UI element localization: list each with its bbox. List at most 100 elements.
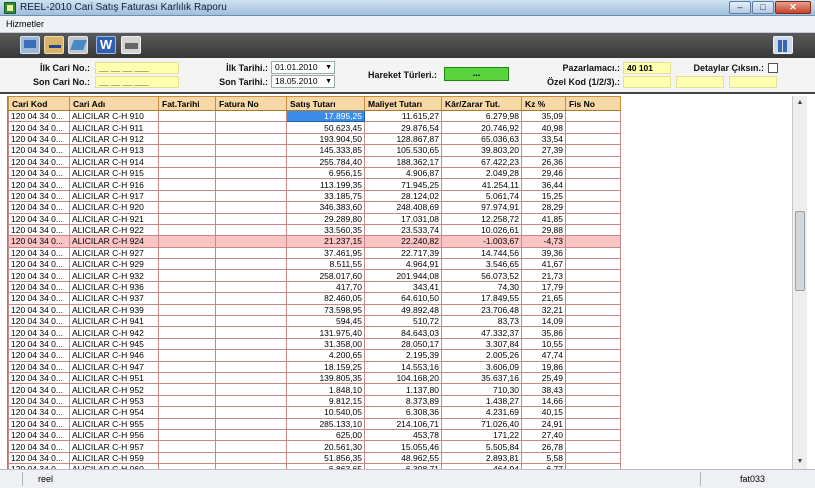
column-header[interactable]: Kâr/Zarar Tut. [441, 96, 522, 111]
table-row[interactable]: 120 04 34 0... ALICILAR C-H 946 4.200,65 2.… [8, 349, 621, 362]
table-cell[interactable] [565, 338, 621, 351]
table-cell[interactable]: 41,67 [521, 258, 566, 271]
ozel-kod-1-field[interactable] [623, 76, 671, 88]
table-cell[interactable]: 21,73 [521, 269, 566, 282]
table-cell[interactable] [215, 383, 287, 396]
table-cell[interactable]: 128.867,87 [364, 133, 442, 146]
table-cell[interactable]: 120 04 34 0... [8, 247, 70, 260]
table-row[interactable]: 120 04 34 0... ALICILAR C-H 953 9.812,15 8.… [8, 395, 621, 408]
table-cell[interactable] [215, 372, 287, 385]
table-cell[interactable]: 50.623,45 [286, 121, 365, 134]
table-cell[interactable]: 120 04 34 0... [8, 292, 70, 305]
table-cell[interactable]: 171,22 [441, 429, 522, 442]
table-cell[interactable] [158, 349, 216, 362]
table-row[interactable]: 120 04 34 0... ALICILAR C-H 922 33.560,35 2… [8, 224, 621, 237]
word-export-icon[interactable]: W [96, 36, 116, 54]
table-row[interactable]: 120 04 34 0... ALICILAR C-H 952 1.848,10 1.… [8, 383, 621, 396]
table-cell[interactable]: 22.240,82 [364, 235, 442, 248]
table-cell[interactable]: 10,55 [521, 338, 566, 351]
ozel-kod-3-field[interactable] [729, 76, 777, 88]
table-row[interactable]: 120 04 34 0... ALICILAR C-H 942 131.975,40… [8, 326, 621, 339]
table-cell[interactable] [215, 281, 287, 294]
table-cell[interactable]: 33,54 [521, 133, 566, 146]
table-cell[interactable]: 120 04 34 0... [8, 452, 70, 465]
table-cell[interactable] [215, 349, 287, 362]
maximize-button[interactable]: □ [752, 1, 774, 14]
table-cell[interactable] [565, 349, 621, 362]
table-cell[interactable]: ALICILAR C-H 922 [69, 224, 159, 237]
table-cell[interactable]: 33.185,75 [286, 190, 365, 203]
table-cell[interactable]: 20.561,30 [286, 440, 365, 453]
son-tarih-picker[interactable]: 18.05.2010 ▼ [271, 75, 335, 88]
table-row[interactable]: 120 04 34 0... ALICILAR C-H 915 6.956,15 4.… [8, 167, 621, 180]
table-cell[interactable] [158, 201, 216, 214]
table-cell[interactable]: 35,86 [521, 326, 566, 339]
table-cell[interactable]: 5.061,74 [441, 190, 522, 203]
table-cell[interactable]: 47,74 [521, 349, 566, 362]
table-cell[interactable]: 35,09 [521, 110, 566, 123]
table-row[interactable]: 120 04 34 0... ALICILAR C-H 929 8.511,55 4.… [8, 258, 621, 271]
table-row[interactable]: 120 04 34 0... ALICILAR C-H 910 17.895,25 1… [8, 109, 621, 123]
table-cell[interactable] [215, 440, 287, 453]
table-cell[interactable] [565, 429, 621, 442]
table-cell[interactable] [215, 133, 287, 146]
table-cell[interactable]: 453,78 [364, 429, 442, 442]
table-cell[interactable]: 188.362,17 [364, 156, 442, 168]
table-cell[interactable]: 120 04 34 0... [8, 224, 70, 237]
table-cell[interactable]: 2.049,28 [441, 167, 522, 180]
table-cell[interactable]: 120 04 34 0... [8, 269, 70, 282]
table-row[interactable]: 120 04 34 0... ALICILAR C-H 914 255.784,40… [8, 156, 621, 168]
report-grid[interactable]: Cari Kod Cari Adı Fat.Tarihi Fatura No Satış… [7, 96, 792, 469]
table-cell[interactable] [565, 190, 621, 203]
table-row[interactable]: 120 04 34 0... ALICILAR C-H 916 113.199,35… [8, 178, 621, 191]
table-cell[interactable]: 120 04 34 0... [8, 190, 70, 203]
table-cell[interactable] [158, 406, 216, 419]
column-header[interactable]: Cari Adı [69, 96, 159, 111]
table-cell[interactable] [215, 269, 287, 282]
vertical-scrollbar[interactable]: ▲ ▼ [792, 96, 807, 469]
table-cell[interactable]: ALICILAR C-H 916 [69, 178, 159, 191]
table-cell[interactable]: 10.026,61 [441, 224, 522, 237]
table-row[interactable]: 120 04 34 0... ALICILAR C-H 920 346.383,60… [8, 201, 621, 214]
table-cell[interactable]: ALICILAR C-H 947 [69, 361, 159, 374]
table-cell[interactable]: ALICILAR C-H 929 [69, 258, 159, 271]
table-cell[interactable]: 2.893,81 [441, 452, 522, 465]
table-cell[interactable]: 29.876,54 [364, 121, 442, 134]
table-cell[interactable]: 120 04 34 0... [8, 349, 70, 362]
table-cell[interactable]: 625,00 [286, 429, 365, 442]
table-cell[interactable]: 71.945,25 [364, 178, 442, 191]
table-cell[interactable]: 4.906,87 [364, 167, 442, 180]
table-cell[interactable]: ALICILAR C-H 951 [69, 372, 159, 385]
table-cell[interactable]: 120 04 34 0... [8, 110, 70, 123]
table-cell[interactable]: 39.803,20 [441, 144, 522, 157]
table-cell[interactable] [158, 144, 216, 157]
table-cell[interactable] [158, 304, 216, 317]
table-cell[interactable]: ALICILAR C-H 917 [69, 190, 159, 203]
table-cell[interactable] [565, 440, 621, 453]
table-cell[interactable]: ALICILAR C-H 957 [69, 440, 159, 453]
table-cell[interactable] [158, 190, 216, 203]
table-row[interactable]: 120 04 34 0... ALICILAR C-H 927 37.461,95 2… [8, 247, 621, 260]
table-cell[interactable] [565, 315, 621, 328]
table-cell[interactable]: 3.606,09 [441, 361, 522, 374]
table-row[interactable]: 120 04 34 0... ALICILAR C-H 932 258.017,60… [8, 269, 621, 282]
table-cell[interactable] [158, 372, 216, 385]
table-cell[interactable]: 214.106,71 [364, 418, 442, 430]
ilk-tarih-picker[interactable]: 01.01.2010 ▼ [271, 61, 335, 74]
table-cell[interactable] [158, 383, 216, 396]
table-cell[interactable]: 120 04 34 0... [8, 440, 70, 453]
table-cell[interactable]: 27,40 [521, 429, 566, 442]
table-cell[interactable] [158, 315, 216, 328]
table-cell[interactable] [565, 281, 621, 294]
table-cell[interactable]: 120 04 34 0... [8, 372, 70, 385]
table-cell[interactable] [215, 258, 287, 271]
table-cell[interactable]: 31.358,00 [286, 338, 365, 351]
table-cell[interactable]: ALICILAR C-H 924 [69, 235, 159, 248]
table-row[interactable]: 120 04 34 0... ALICILAR C-H 945 31.358,00 2… [8, 338, 621, 351]
table-row[interactable]: 120 04 34 0... ALICILAR C-H 921 29.289,80 1… [8, 213, 621, 225]
table-cell[interactable]: 120 04 34 0... [8, 304, 70, 317]
table-cell[interactable]: 28.050,17 [364, 338, 442, 351]
table-cell[interactable]: 120 04 34 0... [8, 326, 70, 339]
ilk-cari-field[interactable]: __ __ __ ___ [95, 62, 179, 74]
table-cell[interactable]: 64.610,50 [364, 292, 442, 305]
